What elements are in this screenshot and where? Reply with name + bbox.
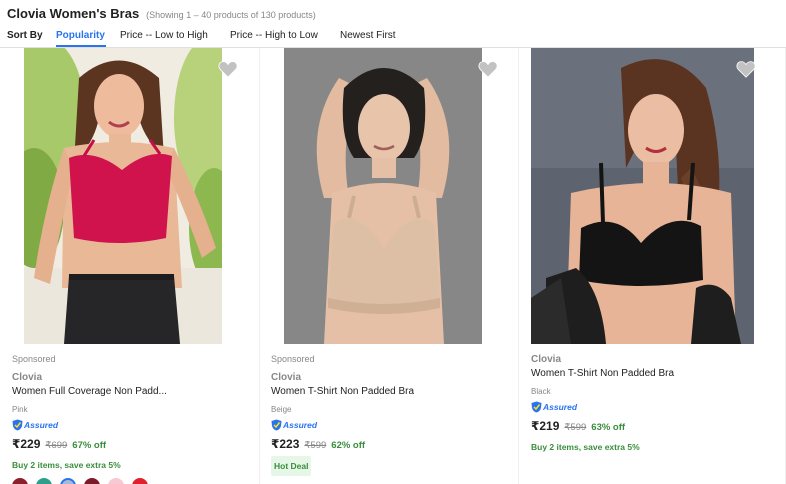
sort-bar: Sort By Popularity Price -- Low to High … [0,26,786,48]
discount-percent: 63% off [591,422,626,433]
price-row: ₹219 ₹599 63% off [531,419,625,433]
original-price: ₹599 [304,440,327,451]
sort-option-newest[interactable]: Newest First [340,30,396,41]
color-swatch[interactable] [36,478,52,484]
brand-name: Clovia [271,372,302,383]
bank-offer-text: Buy 2 items, save extra 5% [531,442,640,452]
selling-price: ₹219 [531,419,560,433]
bank-offer-text: Buy 2 items, save extra 5% [12,460,121,470]
sponsored-label: Sponsored [271,354,315,364]
active-sort-indicator [56,45,106,47]
assured-label: Assured [24,420,59,430]
sponsored-label: Sponsored [12,354,56,364]
page-header: Clovia Women's Bras (Showing 1 – 40 prod… [7,6,316,21]
color-swatch[interactable] [84,478,100,484]
assured-label: Assured [543,402,578,412]
sort-label: Sort By [7,30,43,41]
sort-option-popularity[interactable]: Popularity [56,30,105,41]
price-row: ₹223 ₹599 62% off [271,437,365,451]
price-row: ₹229 ₹699 67% off [12,437,106,451]
color-swatch[interactable] [60,478,76,484]
brand-name: Clovia [531,354,562,365]
color-swatch[interactable] [132,478,148,484]
assured-badge: Assured [271,419,317,431]
page-title: Clovia Women's Bras [7,6,140,21]
wishlist-heart-icon[interactable] [478,60,498,78]
assured-shield-icon [271,419,282,431]
original-price: ₹699 [45,440,68,451]
wishlist-heart-icon[interactable] [736,60,756,78]
wishlist-heart-icon[interactable] [218,60,238,78]
discount-percent: 67% off [72,440,107,451]
product-color: Pink [12,405,28,414]
brand-name: Clovia [12,372,43,383]
product-title[interactable]: Women T-Shirt Non Padded Bra [271,386,414,397]
product-title[interactable]: Women T-Shirt Non Padded Bra [531,368,674,379]
selling-price: ₹223 [271,437,300,451]
product-title[interactable]: Women Full Coverage Non Padd... [12,386,167,397]
original-price: ₹599 [564,422,587,433]
card-divider [259,48,260,484]
assured-shield-icon [12,419,23,431]
hot-deal-badge: Hot Deal [271,456,312,476]
results-count: (Showing 1 – 40 products of 130 products… [146,10,316,20]
product-image-2[interactable] [284,48,482,344]
sort-option-price-high-low[interactable]: Price -- High to Low [230,30,318,41]
product-color: Beige [271,405,292,414]
color-swatch[interactable] [108,478,124,484]
selling-price: ₹229 [12,437,41,451]
assured-shield-icon [531,401,542,413]
product-color: Black [531,387,551,396]
card-divider [518,48,519,484]
product-image-1[interactable] [24,48,222,344]
color-swatch[interactable] [12,478,28,484]
assured-label: Assured [283,420,318,430]
discount-percent: 62% off [331,440,366,451]
product-image-3[interactable] [531,48,754,344]
color-swatches [12,478,148,484]
sort-option-price-low-high[interactable]: Price -- Low to High [120,30,208,41]
assured-badge: Assured [531,401,577,413]
assured-badge: Assured [12,419,58,431]
